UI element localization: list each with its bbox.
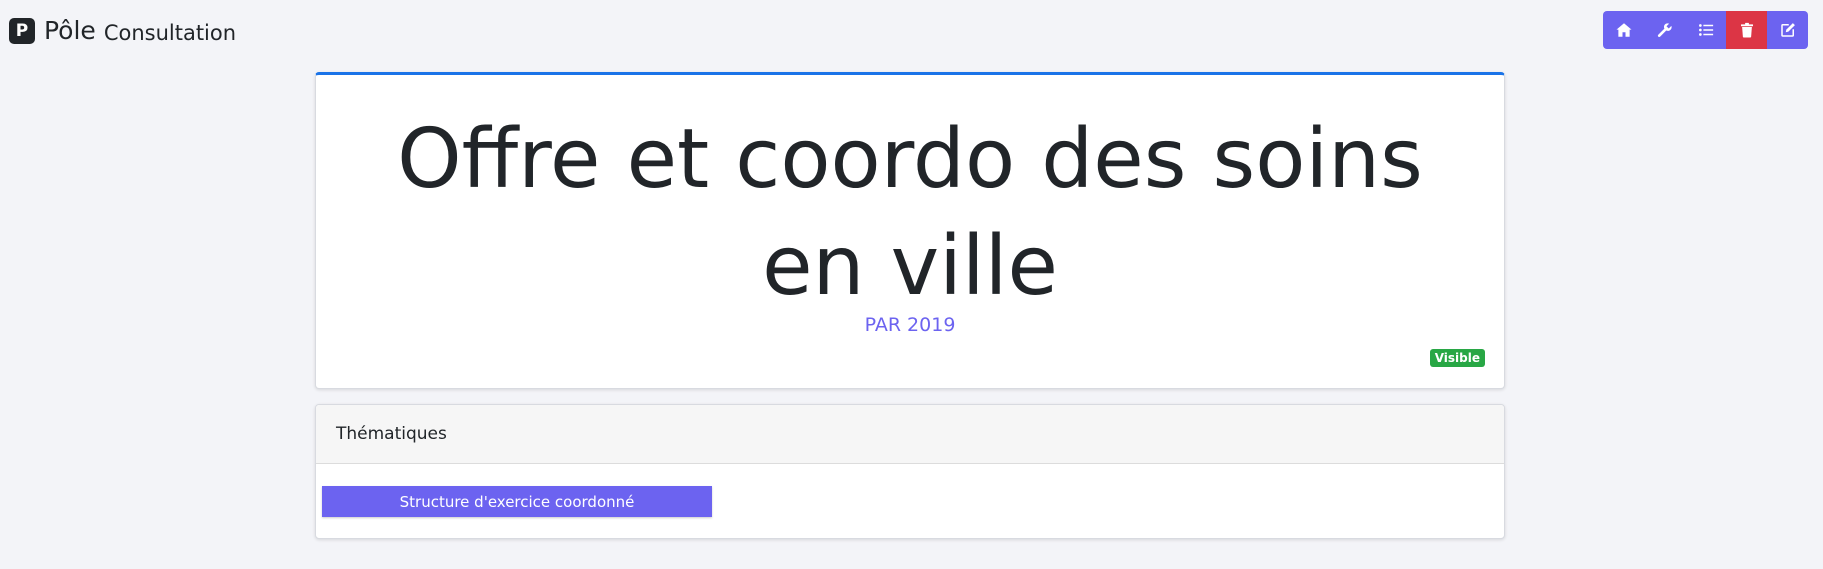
action-toolbar [1603,11,1808,49]
delete-button[interactable] [1726,11,1767,49]
trash-icon [1740,22,1753,38]
brand-title: Pôle [44,16,96,45]
status-badge: Visible [1429,349,1485,367]
home-button[interactable] [1603,11,1644,49]
offer-subtitle: PAR 2019 [864,314,956,336]
settings-button[interactable] [1644,11,1685,49]
list-icon [1698,24,1713,36]
brand-logo-icon: P [9,17,35,44]
wrench-icon [1657,23,1672,37]
offer-card: Offre et coordo des soins en ville PAR 2… [315,72,1505,389]
edit-button[interactable] [1767,11,1808,49]
themes-card: Thématiques Structure d'exercice coordon… [315,404,1505,539]
themes-header: Thématiques [316,405,1504,464]
page-title: Offre et coordo des soins en ville [397,112,1423,314]
list-button[interactable] [1685,11,1726,49]
theme-item-structure[interactable]: Structure d'exercice coordonné [322,486,712,517]
edit-icon [1780,23,1795,37]
brand-subtitle: Consultation [103,20,237,45]
home-icon [1616,23,1631,37]
brand[interactable]: P Pôle Consultation [9,14,236,47]
